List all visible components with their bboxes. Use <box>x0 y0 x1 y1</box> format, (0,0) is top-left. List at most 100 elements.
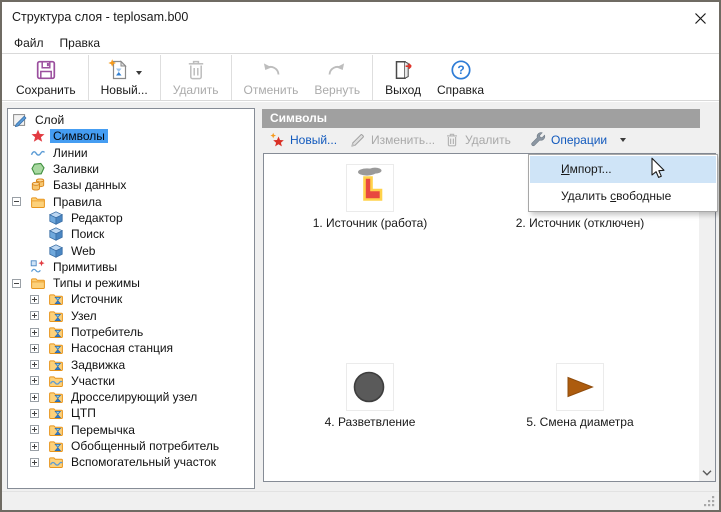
folder-wave-icon <box>48 373 64 389</box>
tree-item-label: Поиск <box>68 227 107 241</box>
svg-text:?: ? <box>457 63 464 77</box>
new-document-icon <box>106 57 142 82</box>
tree-indent <box>12 279 30 288</box>
symbols-operations-button-label: Операции <box>551 133 607 147</box>
edit-pencil-icon <box>350 132 366 148</box>
tree-item[interactable]: Насосная станция <box>8 340 254 356</box>
tree-item[interactable]: Заливки <box>8 161 254 177</box>
mouse-cursor <box>646 156 670 180</box>
tree-item[interactable]: Символы <box>8 128 254 144</box>
symbol-label: 4. Разветвление <box>265 415 475 429</box>
expand-plus-icon[interactable] <box>30 344 39 353</box>
layer-page-icon <box>12 112 28 128</box>
tree-item[interactable]: Редактор <box>8 210 254 226</box>
folder-hourglass-icon <box>48 291 64 307</box>
tree-item[interactable]: Узел <box>8 308 254 324</box>
expand-plus-icon[interactable] <box>30 295 39 304</box>
resize-grip-icon[interactable] <box>703 495 716 508</box>
toolbar-group: Новый... <box>88 55 160 100</box>
collapse-minus-icon[interactable] <box>12 279 21 288</box>
tree-indent <box>30 425 48 434</box>
tree-item-label: Слой <box>32 113 67 127</box>
tree-item[interactable]: Web <box>8 242 254 258</box>
tree-item-label: Редактор <box>68 211 126 225</box>
window-title: Структура слоя - teplosam.b00 <box>12 10 188 24</box>
red-star-icon <box>30 128 46 144</box>
save-button-label: Сохранить <box>16 83 76 97</box>
expand-plus-icon[interactable] <box>30 442 39 451</box>
expand-plus-icon[interactable] <box>30 328 39 337</box>
new-button-caret-icon[interactable] <box>136 71 142 78</box>
tree-item[interactable]: ЦТП <box>8 405 254 421</box>
tree-item-label: Правила <box>50 195 105 209</box>
expand-plus-icon[interactable] <box>30 311 39 320</box>
tree-item[interactable]: Дросселирующий узел <box>8 389 254 405</box>
redo-button: Вернуть <box>306 55 368 100</box>
status-bar <box>2 491 719 510</box>
symbols-operations-button[interactable]: Операции <box>530 129 626 151</box>
tree-indent <box>30 360 48 369</box>
symbol-item[interactable]: 4. Разветвление <box>265 363 475 429</box>
tree-item[interactable]: Обобщенный потребитель <box>8 438 254 454</box>
menu-item-delete-free[interactable]: Удалить свободные <box>530 183 716 210</box>
tree-item[interactable]: Источник <box>8 291 254 307</box>
close-button[interactable] <box>691 9 709 27</box>
symbol-item[interactable]: 5. Смена диаметра <box>475 363 685 429</box>
redo-icon <box>325 57 349 82</box>
expand-plus-icon[interactable] <box>30 393 39 402</box>
delete-button: Удалить <box>165 55 227 100</box>
titlebar[interactable]: Структура слоя - teplosam.b00 <box>2 2 719 32</box>
tree-item[interactable]: Слой <box>8 112 254 128</box>
tree-item-label: Участки <box>68 374 118 388</box>
tree-item-label: Заливки <box>50 162 102 176</box>
symbol-label: 2. Источник (отключен) <box>475 216 685 230</box>
fill-polygon-icon <box>30 161 46 177</box>
save-button[interactable]: Сохранить <box>8 55 84 100</box>
tree-item-label: ЦТП <box>68 406 99 420</box>
tree-item[interactable]: Поиск <box>8 226 254 242</box>
tree-indent <box>30 311 48 320</box>
scroll-down-icon[interactable] <box>702 470 712 476</box>
expand-plus-icon[interactable] <box>30 376 39 385</box>
tree-item[interactable]: Линии <box>8 145 254 161</box>
collapse-minus-icon[interactable] <box>12 197 21 206</box>
undo-icon <box>259 57 283 82</box>
diameter-change-icon <box>556 363 604 411</box>
expand-plus-icon[interactable] <box>30 409 39 418</box>
trash-small-icon <box>444 132 460 148</box>
tree-indent <box>30 458 48 467</box>
tree-item[interactable]: Типы и режимы <box>8 275 254 291</box>
main-toolbar: СохранитьНовый...УдалитьОтменитьВернутьВ… <box>2 55 719 101</box>
exit-button[interactable]: Выход <box>377 55 429 100</box>
expand-plus-icon[interactable] <box>30 458 39 467</box>
tree-item[interactable]: Вспомогательный участок <box>8 454 254 470</box>
tree-item[interactable]: Участки <box>8 373 254 389</box>
expand-plus-icon[interactable] <box>30 425 39 434</box>
menu-edit[interactable]: Правка <box>52 32 109 53</box>
tree-item[interactable]: Потребитель <box>8 324 254 340</box>
help-button[interactable]: ?Справка <box>429 55 492 100</box>
tree-item[interactable]: Базы данных <box>8 177 254 193</box>
symbols-operations-button-caret-icon[interactable] <box>620 138 626 145</box>
branch-circle-icon <box>346 363 394 411</box>
expand-plus-icon[interactable] <box>30 360 39 369</box>
toolbar-group: Сохранить <box>4 55 88 100</box>
trash-icon <box>184 57 208 82</box>
menu-item-import[interactable]: Импорт... <box>530 156 716 183</box>
symbol-item[interactable]: 1. Источник (работа) <box>265 164 475 230</box>
cube-icon <box>48 210 64 226</box>
toolbar-group: Удалить <box>160 55 231 100</box>
tree-item-label: Web <box>68 244 98 258</box>
tree-item[interactable]: Примитивы <box>8 259 254 275</box>
tree-item[interactable]: Правила <box>8 193 254 209</box>
redo-button-label: Вернуть <box>314 83 360 97</box>
tree-indent <box>30 409 48 418</box>
new-button[interactable]: Новый... <box>93 55 156 100</box>
toolbar-group: Выход?Справка <box>372 55 496 100</box>
cube-icon <box>48 243 64 259</box>
menu-file[interactable]: Файл <box>6 32 52 53</box>
symbols-new-button[interactable]: Новый... <box>269 129 337 151</box>
tree-item[interactable]: Задвижка <box>8 356 254 372</box>
tree-item[interactable]: Перемычка <box>8 422 254 438</box>
dialog-window: Структура слоя - teplosam.b00 ФайлПравка… <box>0 0 721 512</box>
